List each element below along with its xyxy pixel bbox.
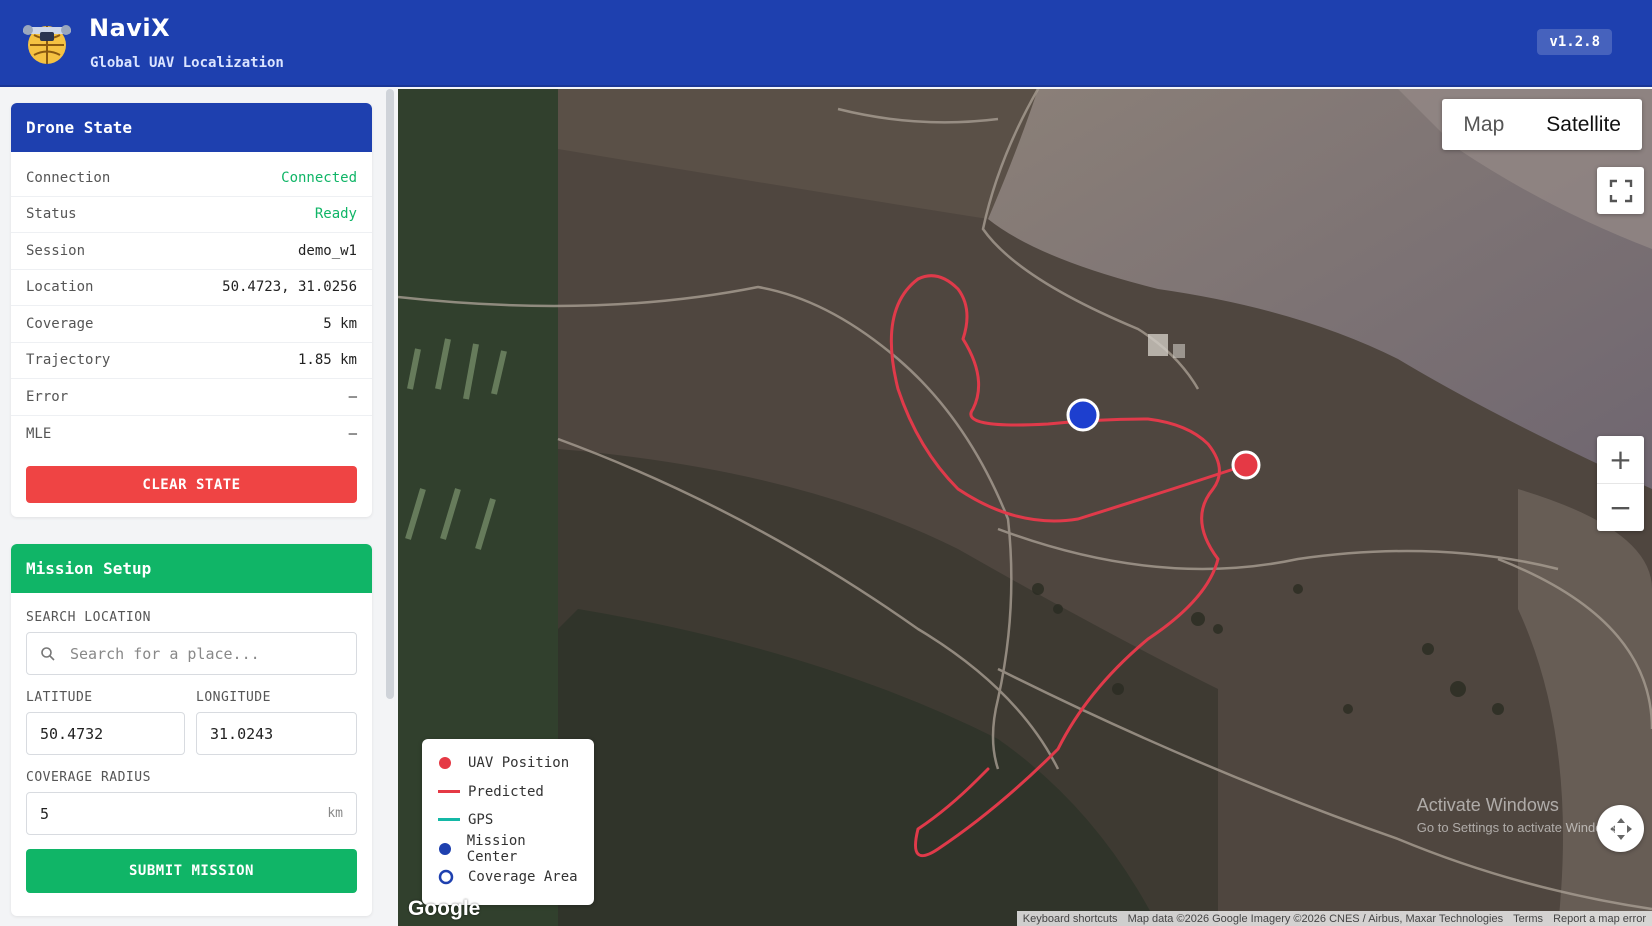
map-data-credit: Map data ©2026 Google Imagery ©2026 CNES… bbox=[1127, 912, 1504, 925]
map-type-map-button[interactable]: Map bbox=[1442, 99, 1525, 150]
coverage-radius-value: 5 bbox=[40, 804, 50, 823]
sidebar: Drone State Connection Connected Status … bbox=[0, 89, 396, 926]
uav-position-marker bbox=[1231, 450, 1261, 480]
legend-label: GPS bbox=[468, 812, 494, 829]
map-type-satellite-button[interactable]: Satellite bbox=[1525, 99, 1642, 150]
longitude-value: 31.0243 bbox=[210, 724, 274, 743]
legend-label: Predicted bbox=[468, 783, 544, 800]
state-label: Status bbox=[26, 206, 77, 223]
state-row-connection: Connection Connected bbox=[11, 160, 372, 197]
mission-setup-card: Mission Setup SEARCH LOCATION Search for… bbox=[11, 544, 372, 916]
legend-label: UAV Position bbox=[468, 755, 570, 772]
watermark-line-2: Go to Settings to activate Windows. bbox=[1416, 820, 1622, 835]
state-row-coverage: Coverage 5 km bbox=[11, 306, 372, 343]
legend-item-coverage-area: Coverage Area bbox=[438, 863, 578, 892]
watermark-line-1: Activate Windows bbox=[1416, 795, 1559, 815]
app-header: NaviX Global UAV Localization v1.2.8 bbox=[0, 0, 1652, 87]
search-placeholder: Search for a place... bbox=[70, 644, 260, 663]
search-input[interactable]: Search for a place... bbox=[26, 632, 357, 675]
drone-globe-logo-icon bbox=[23, 25, 71, 64]
drone-state-title: Drone State bbox=[11, 103, 372, 152]
version-badge: v1.2.8 bbox=[1537, 29, 1612, 55]
legend-item-mission-center: Mission Center bbox=[438, 832, 578, 865]
legend-label: Mission Center bbox=[466, 832, 526, 865]
coverage-radius-unit: km bbox=[327, 806, 343, 821]
location-value: 50.4723, 31.0256 bbox=[222, 279, 357, 296]
longitude-input[interactable]: 31.0243 bbox=[196, 712, 357, 755]
sidebar-scrollbar[interactable] bbox=[386, 89, 394, 699]
legend-item-gps: GPS bbox=[438, 806, 578, 835]
latitude-input[interactable]: 50.4732 bbox=[26, 712, 185, 755]
map-legend: UAV Position Predicted GPS Mission Cente… bbox=[422, 739, 594, 905]
blue-dot-icon bbox=[438, 842, 459, 856]
app-subtitle: Global UAV Localization bbox=[90, 55, 284, 71]
mission-center-marker bbox=[1066, 398, 1100, 432]
latitude-label: LATITUDE bbox=[26, 690, 93, 705]
state-row-session: Session demo_w1 bbox=[11, 233, 372, 270]
clear-state-button[interactable]: CLEAR STATE bbox=[26, 466, 357, 503]
coverage-value: 5 km bbox=[323, 315, 357, 332]
satellite-map[interactable]: Map Satellite + − UAV Position Predicted… bbox=[398, 89, 1652, 926]
state-row-status: Status Ready bbox=[11, 197, 372, 233]
status-value: Ready bbox=[314, 206, 357, 223]
zoom-out-button[interactable]: − bbox=[1597, 484, 1644, 531]
teal-line-icon bbox=[438, 818, 460, 822]
connection-value: Connected bbox=[281, 169, 357, 186]
latitude-value: 50.4732 bbox=[40, 724, 104, 743]
state-label: Error bbox=[26, 388, 69, 405]
terms-link[interactable]: Terms bbox=[1513, 913, 1543, 925]
state-row-mle: MLE — bbox=[11, 416, 372, 453]
google-logo: Google bbox=[408, 897, 481, 920]
app-title: NaviX bbox=[89, 14, 171, 42]
drone-state-card: Drone State Connection Connected Status … bbox=[11, 103, 372, 517]
state-row-trajectory: Trajectory 1.85 km bbox=[11, 343, 372, 379]
mission-setup-title: Mission Setup bbox=[11, 544, 372, 593]
legend-item-uav-position: UAV Position bbox=[438, 749, 578, 778]
os-activation-watermark: Activate Windows Go to Settings to activ… bbox=[1417, 795, 1622, 835]
state-row-location: Location 50.4723, 31.0256 bbox=[11, 270, 372, 306]
state-label: Trajectory bbox=[26, 352, 111, 369]
legend-label: Coverage Area bbox=[468, 869, 578, 886]
state-label: Connection bbox=[26, 169, 111, 186]
red-line-icon bbox=[438, 789, 460, 794]
red-dot-icon bbox=[438, 756, 460, 770]
zoom-in-button[interactable]: + bbox=[1597, 437, 1644, 484]
state-label: Location bbox=[26, 279, 94, 296]
coverage-radius-label: COVERAGE RADIUS bbox=[26, 770, 151, 785]
blue-ring-icon bbox=[438, 869, 460, 885]
keyboard-shortcuts-link[interactable]: Keyboard shortcuts bbox=[1023, 913, 1118, 925]
state-label: MLE bbox=[26, 425, 52, 442]
state-row-error: Error — bbox=[11, 379, 372, 416]
submit-mission-button[interactable]: SUBMIT MISSION bbox=[26, 849, 357, 893]
mle-value: — bbox=[348, 425, 357, 442]
search-location-label: SEARCH LOCATION bbox=[26, 610, 151, 625]
longitude-label: LONGITUDE bbox=[196, 690, 271, 705]
map-type-control: Map Satellite bbox=[1442, 99, 1642, 150]
legend-item-predicted: Predicted bbox=[438, 778, 578, 807]
zoom-control: + − bbox=[1597, 436, 1644, 531]
error-value: — bbox=[348, 388, 357, 405]
fullscreen-icon bbox=[1609, 179, 1632, 202]
report-map-error-link[interactable]: Report a map error bbox=[1553, 913, 1646, 925]
map-attribution-bar: Keyboard shortcuts Map data ©2026 Google… bbox=[1016, 911, 1652, 926]
coverage-radius-input[interactable]: 5 km bbox=[26, 792, 357, 835]
search-icon bbox=[41, 646, 55, 661]
state-label: Session bbox=[26, 242, 86, 259]
state-label: Coverage bbox=[26, 315, 94, 332]
fullscreen-button[interactable] bbox=[1597, 167, 1644, 214]
trajectory-value: 1.85 km bbox=[297, 352, 357, 369]
session-value: demo_w1 bbox=[297, 242, 357, 259]
